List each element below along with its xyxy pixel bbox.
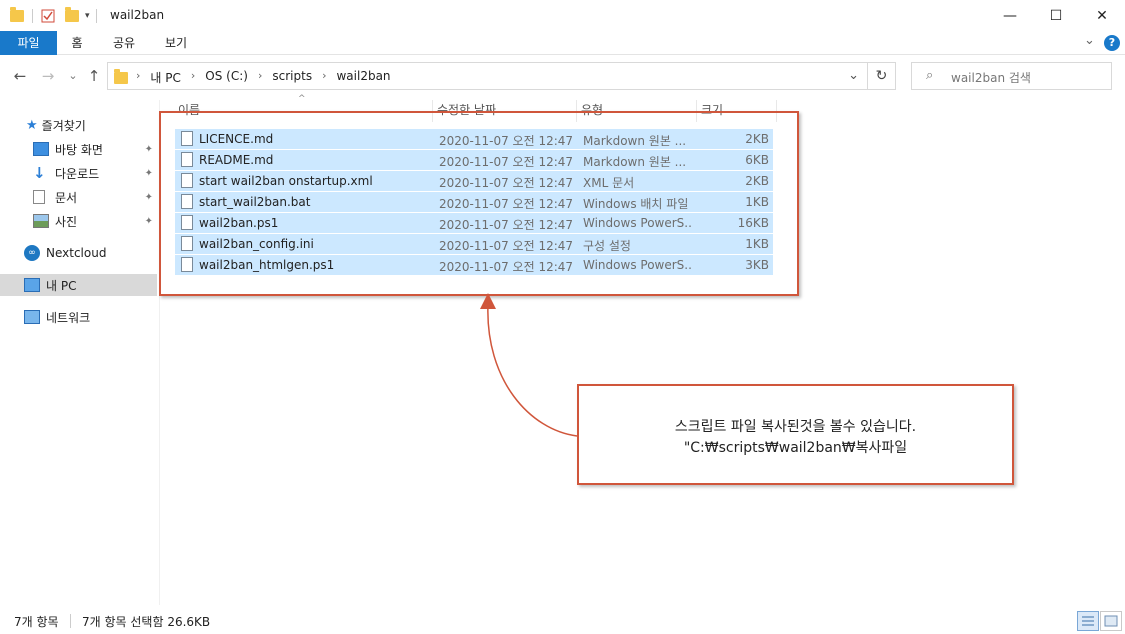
pin-icon: ✦: [144, 167, 153, 179]
pin-icon: ✦: [144, 191, 153, 203]
expand-ribbon-icon[interactable]: ⌄: [1084, 33, 1095, 48]
pin-icon: ✦: [144, 143, 153, 155]
computer-icon: [24, 278, 40, 292]
divider: [70, 614, 71, 628]
sidebar-item-label: 네트워크: [46, 310, 91, 325]
back-button[interactable]: ←: [10, 66, 30, 86]
sidebar-item-label: 사진: [55, 214, 78, 229]
address-dropdown-icon[interactable]: ⌄: [848, 68, 859, 83]
customize-dropdown-icon[interactable]: ▾: [85, 11, 90, 21]
sidebar-item-label: 다운로드: [55, 166, 100, 181]
sidebar-item-label: 내 PC: [46, 278, 77, 293]
navigation-pane: ★ 즐겨찾기 바탕 화면 ✦ ↓ 다운로드 ✦ 문서 ✦ 사진 ✦ ∞ Next…: [0, 100, 160, 605]
tab-share[interactable]: 공유: [100, 31, 148, 55]
breadcrumb-separator: ›: [257, 69, 263, 82]
search-box[interactable]: ⌕ wail2ban 검색: [911, 62, 1112, 90]
sidebar-item-nextcloud[interactable]: ∞ Nextcloud: [0, 242, 157, 264]
maximize-button[interactable]: ☐: [1033, 0, 1079, 31]
sidebar-item-label: 바탕 화면: [55, 142, 103, 157]
star-icon: ★: [26, 117, 38, 133]
properties-icon[interactable]: [41, 9, 55, 23]
breadcrumb-separator: ›: [190, 69, 196, 82]
tab-home[interactable]: 홈: [57, 31, 97, 55]
folder-icon[interactable]: [10, 7, 24, 22]
folder-icon: [114, 69, 128, 84]
help-icon[interactable]: ?: [1104, 35, 1120, 51]
breadcrumb-scripts[interactable]: scripts: [272, 69, 312, 86]
breadcrumb-wail2ban[interactable]: wail2ban: [336, 69, 390, 86]
close-button[interactable]: ✕: [1079, 0, 1125, 31]
tab-view[interactable]: 보기: [152, 31, 200, 55]
sidebar-item-documents[interactable]: 문서 ✦: [0, 186, 157, 208]
recent-locations-button[interactable]: ⌄: [63, 66, 83, 86]
divider: [95, 9, 97, 23]
forward-button[interactable]: →: [38, 66, 58, 86]
sidebar-item-this-pc[interactable]: 내 PC: [0, 274, 157, 296]
new-folder-icon[interactable]: [65, 7, 79, 22]
document-icon: [33, 190, 45, 204]
download-icon: ↓: [33, 164, 46, 182]
network-icon: [24, 310, 40, 324]
highlight-frame: [159, 111, 799, 296]
ribbon-tabs: 파일 홈 공유 보기 ⌄ ?: [0, 31, 1125, 55]
quick-access-toolbar: ▾: [10, 6, 97, 26]
callout-text-line1: 스크립트 파일 복사된것을 볼수 있습니다.: [674, 419, 917, 435]
picture-icon: [33, 214, 49, 228]
breadcrumb: › 내 PC › OS (C:) › scripts › wail2ban: [136, 69, 391, 86]
window-title: wail2ban: [110, 8, 165, 22]
sidebar-item-desktop[interactable]: 바탕 화면 ✦: [0, 138, 157, 160]
status-item-count: 7개 항목: [14, 615, 59, 629]
callout-arrow: [480, 293, 578, 437]
refresh-button[interactable]: ↻: [868, 62, 896, 90]
minimize-button[interactable]: —: [987, 0, 1033, 31]
details-view-button[interactable]: [1077, 611, 1099, 631]
search-placeholder: wail2ban 검색: [951, 71, 1031, 85]
breadcrumb-separator: ›: [136, 69, 141, 82]
callout-text-line2: "C:₩scripts₩wail2ban₩복사파일: [683, 440, 908, 456]
sidebar-item-label: Nextcloud: [46, 246, 107, 260]
sidebar-item-pictures[interactable]: 사진 ✦: [0, 210, 157, 232]
up-button[interactable]: ↑: [84, 66, 104, 86]
sidebar-item-quick-access[interactable]: ★ 즐겨찾기: [0, 114, 157, 136]
breadcrumb-separator: ›: [322, 69, 327, 82]
sidebar-item-network[interactable]: 네트워크: [0, 306, 157, 328]
tab-file[interactable]: 파일: [0, 31, 57, 55]
breadcrumb-this-pc[interactable]: 내 PC: [150, 69, 180, 86]
pin-icon: ✦: [144, 215, 153, 227]
details-view-icon: [1082, 616, 1094, 626]
sidebar-item-label: 문서: [55, 190, 78, 205]
sidebar-item-downloads[interactable]: ↓ 다운로드 ✦: [0, 162, 157, 184]
nextcloud-icon: ∞: [24, 245, 40, 261]
divider: [32, 9, 33, 23]
large-icons-view-icon: [1104, 615, 1118, 627]
address-bar[interactable]: › 내 PC › OS (C:) › scripts › wail2ban ⌄: [107, 62, 868, 90]
callout-box: 스크립트 파일 복사된것을 볼수 있습니다. "C:₩scripts₩wail2…: [577, 384, 1014, 485]
desktop-icon: [33, 142, 49, 156]
sidebar-item-label: 즐겨찾기: [41, 118, 86, 133]
title-bar: ▾ wail2ban — ☐ ✕: [0, 0, 1125, 31]
search-icon: ⌕: [926, 68, 934, 83]
status-selection: 7개 항목 선택함 26.6KB: [82, 615, 211, 629]
breadcrumb-drive[interactable]: OS (C:): [205, 69, 248, 86]
large-icons-view-button[interactable]: [1100, 611, 1122, 631]
